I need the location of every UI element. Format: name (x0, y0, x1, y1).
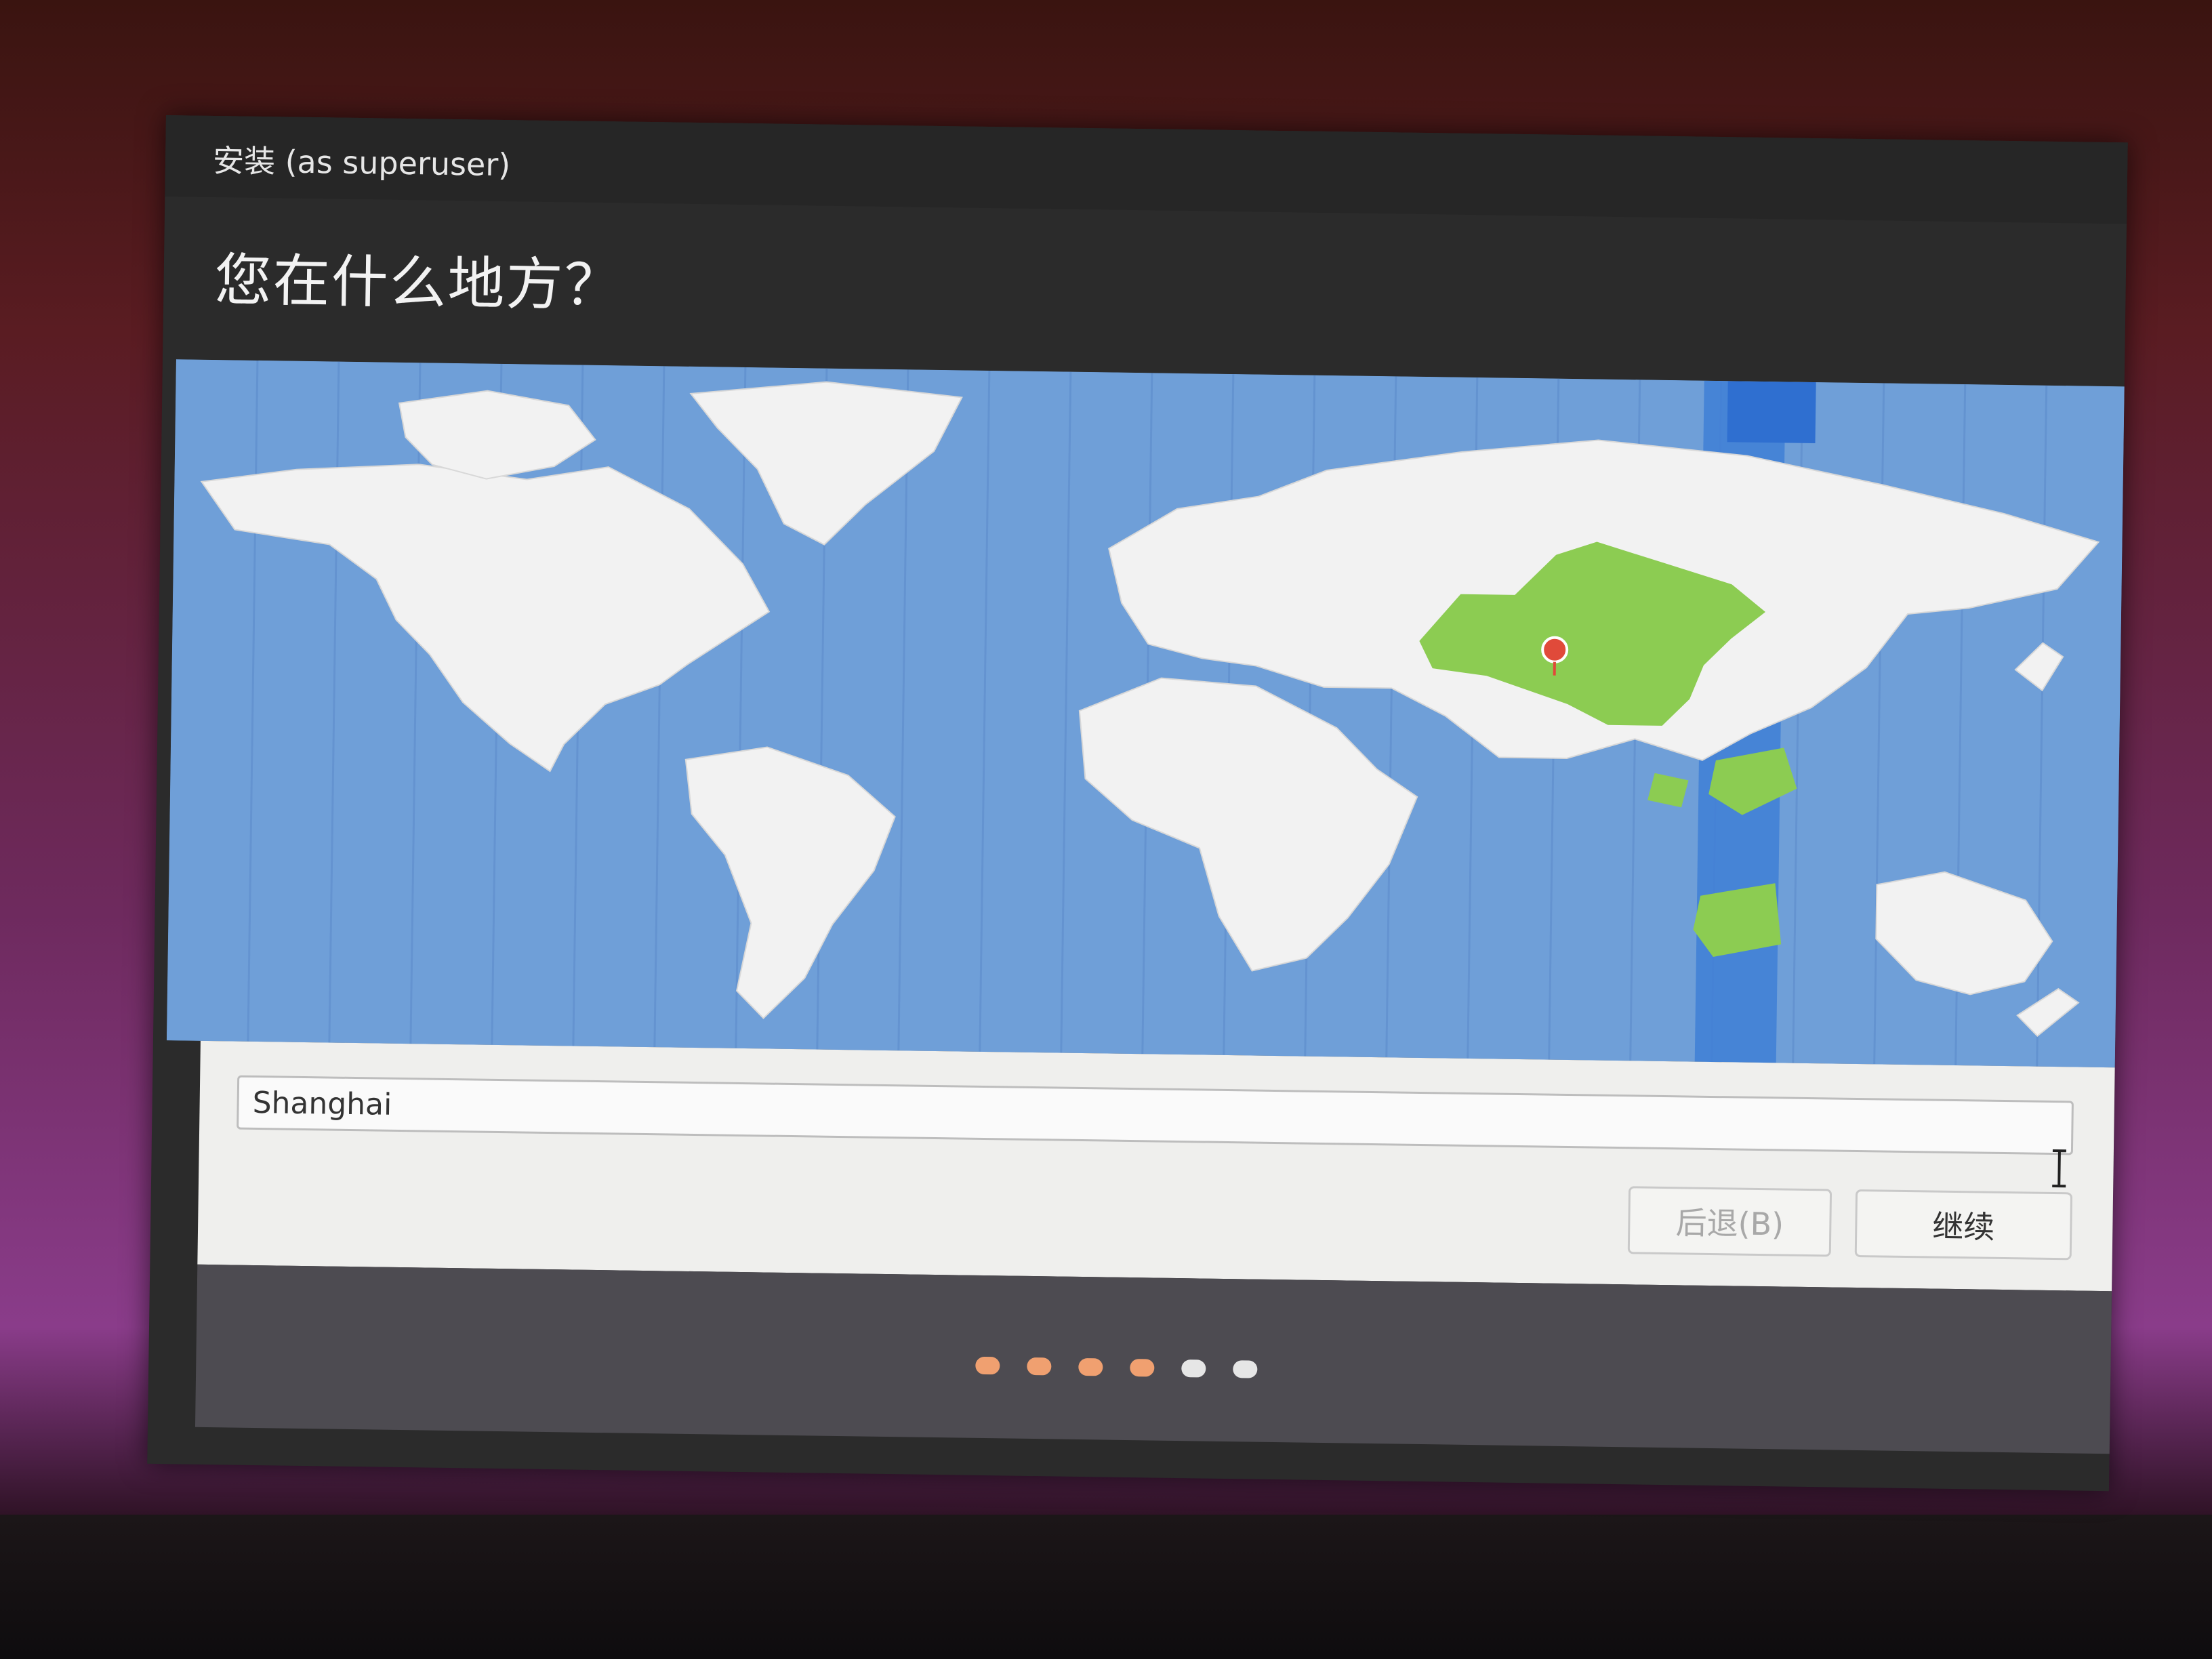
installer-window: 安装 (as superuser) 您在什么地方？ Shanghai 后退(B)… (147, 115, 2128, 1492)
timezone-map[interactable] (166, 359, 2125, 1068)
progress-dot-2 (1027, 1357, 1052, 1376)
monitor-bezel (0, 1515, 2212, 1659)
title-bar: 安装 (as superuser) (165, 115, 2128, 224)
back-button[interactable]: 后退(B) (1627, 1186, 1832, 1257)
progress-dot-6 (1233, 1360, 1258, 1378)
content-panel: 后退(B) 继续 (197, 1040, 2115, 1292)
location-input[interactable] (237, 1075, 2074, 1155)
continue-button[interactable]: 继续 (1854, 1189, 2073, 1261)
progress-footer (194, 1264, 2112, 1454)
selected-timezone-band-top (1727, 381, 1816, 444)
progress-dot-3 (1078, 1357, 1103, 1376)
page-heading: 您在什么地方？ (213, 247, 623, 319)
progress-dots (975, 1356, 1258, 1378)
progress-dot-5 (1181, 1359, 1206, 1378)
window-title: 安装 (as superuser) (212, 142, 511, 184)
text-cursor-icon (2052, 1149, 2066, 1188)
progress-dot-4 (1130, 1359, 1155, 1377)
world-map[interactable] (166, 359, 2125, 1068)
progress-dot-1 (975, 1356, 1000, 1375)
